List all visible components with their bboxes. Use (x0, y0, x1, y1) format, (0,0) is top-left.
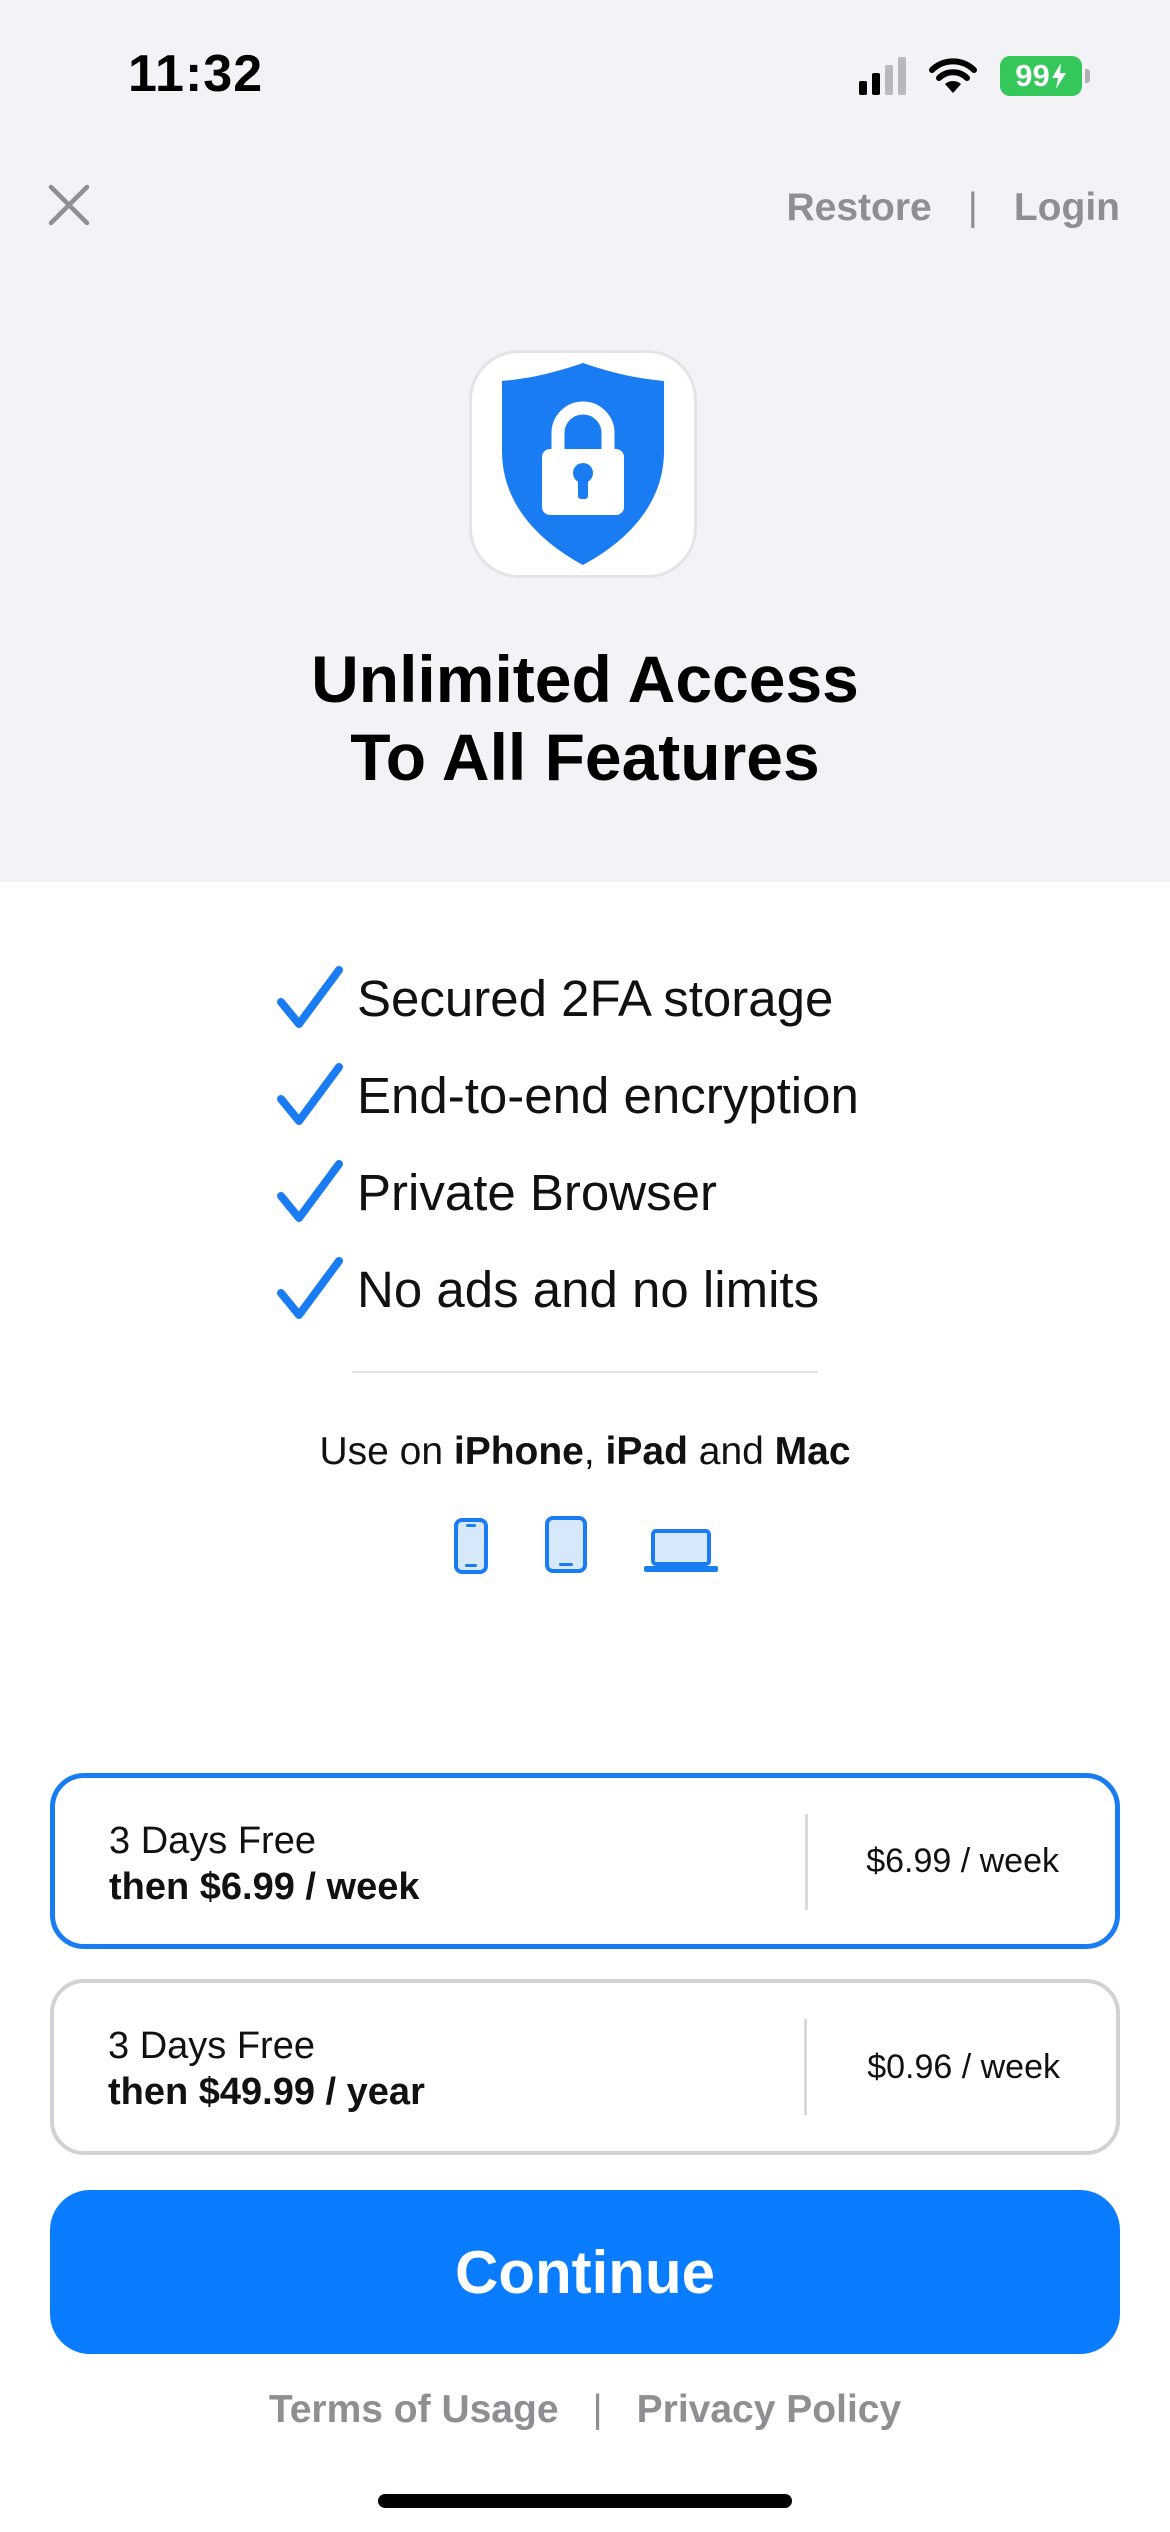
plan-divider (804, 2019, 807, 2115)
device-mac-label: Mac (774, 1430, 851, 1473)
login-button[interactable]: Login (1014, 186, 1120, 230)
battery-level: 99 (1015, 58, 1050, 93)
checkmark-icon (277, 1062, 343, 1125)
status-time: 11:32 (128, 45, 264, 103)
feature-text: No ads and no limits (357, 1261, 820, 1318)
plan-trial: 3 Days Free (109, 1820, 316, 1862)
plan-divider (805, 1814, 808, 1910)
plan-option-yearly[interactable]: 3 Days Free then $49.99 / year $0.96 / w… (50, 1979, 1120, 2155)
privacy-link[interactable]: Privacy Policy (637, 2388, 902, 2432)
plan-description: 3 Days Free then $6.99 / week (109, 1818, 420, 1910)
checkmark-icon (277, 965, 343, 1028)
continue-button[interactable]: Continue (50, 2190, 1120, 2354)
home-indicator[interactable] (378, 2494, 792, 2508)
top-nav-links: Restore | Login (786, 186, 1120, 230)
ipad-icon (545, 1516, 587, 1573)
page-title: Unlimited Access To All Features (0, 640, 1170, 796)
device-ipad-label: iPad (605, 1430, 688, 1473)
iphone-icon (454, 1518, 488, 1574)
app-icon (469, 350, 697, 578)
battery-icon: 99 (1000, 56, 1090, 96)
devices-prefix: Use on (319, 1430, 454, 1473)
feature-text: Secured 2FA storage (357, 970, 834, 1027)
terms-link[interactable]: Terms of Usage (269, 2388, 559, 2432)
devices-comma: , (583, 1430, 606, 1473)
plan-price-line: then $49.99 / year (108, 2071, 425, 2113)
list-item: End-to-end encryption (275, 1047, 859, 1144)
title-line-2: To All Features (350, 720, 820, 794)
wifi-icon (929, 58, 977, 93)
close-icon (48, 184, 90, 226)
title-line-1: Unlimited Access (311, 642, 859, 716)
shield-lock-icon (502, 363, 664, 565)
footer-separator: | (592, 2388, 603, 2431)
plan-price-line: then $6.99 / week (109, 1866, 420, 1908)
plan-description: 3 Days Free then $49.99 / year (108, 2023, 425, 2115)
feature-text: End-to-end encryption (357, 1067, 859, 1124)
cellular-signal-icon (859, 57, 906, 95)
devices-text: Use on iPhone, iPad and Mac (0, 1430, 1170, 1474)
restore-button[interactable]: Restore (786, 186, 931, 230)
footer-links: Terms of Usage | Privacy Policy (0, 2388, 1170, 2432)
feature-text: Private Browser (357, 1164, 717, 1221)
list-item: Secured 2FA storage (275, 950, 859, 1047)
nav-separator: | (967, 186, 978, 229)
devices-and: and (687, 1430, 775, 1473)
device-icons (452, 1516, 718, 1574)
plan-trial: 3 Days Free (108, 2025, 315, 2067)
plan-weekly-price: $0.96 / week (867, 2047, 1060, 2086)
plan-option-weekly[interactable]: 3 Days Free then $6.99 / week $6.99 / we… (50, 1773, 1120, 1949)
laptop-icon (644, 1529, 718, 1572)
list-item: Private Browser (275, 1144, 859, 1241)
checkmark-icon (277, 1256, 343, 1319)
list-item: No ads and no limits (275, 1241, 859, 1338)
close-button[interactable] (44, 180, 94, 230)
status-icons: 99 (859, 56, 1090, 96)
charging-bolt-icon (1051, 63, 1066, 89)
checkmark-icon (277, 1159, 343, 1222)
section-divider (352, 1371, 818, 1373)
plan-weekly-price: $6.99 / week (866, 1841, 1059, 1880)
device-iphone-label: iPhone (453, 1430, 584, 1473)
feature-list: Secured 2FA storage End-to-end encryptio… (275, 950, 859, 1338)
